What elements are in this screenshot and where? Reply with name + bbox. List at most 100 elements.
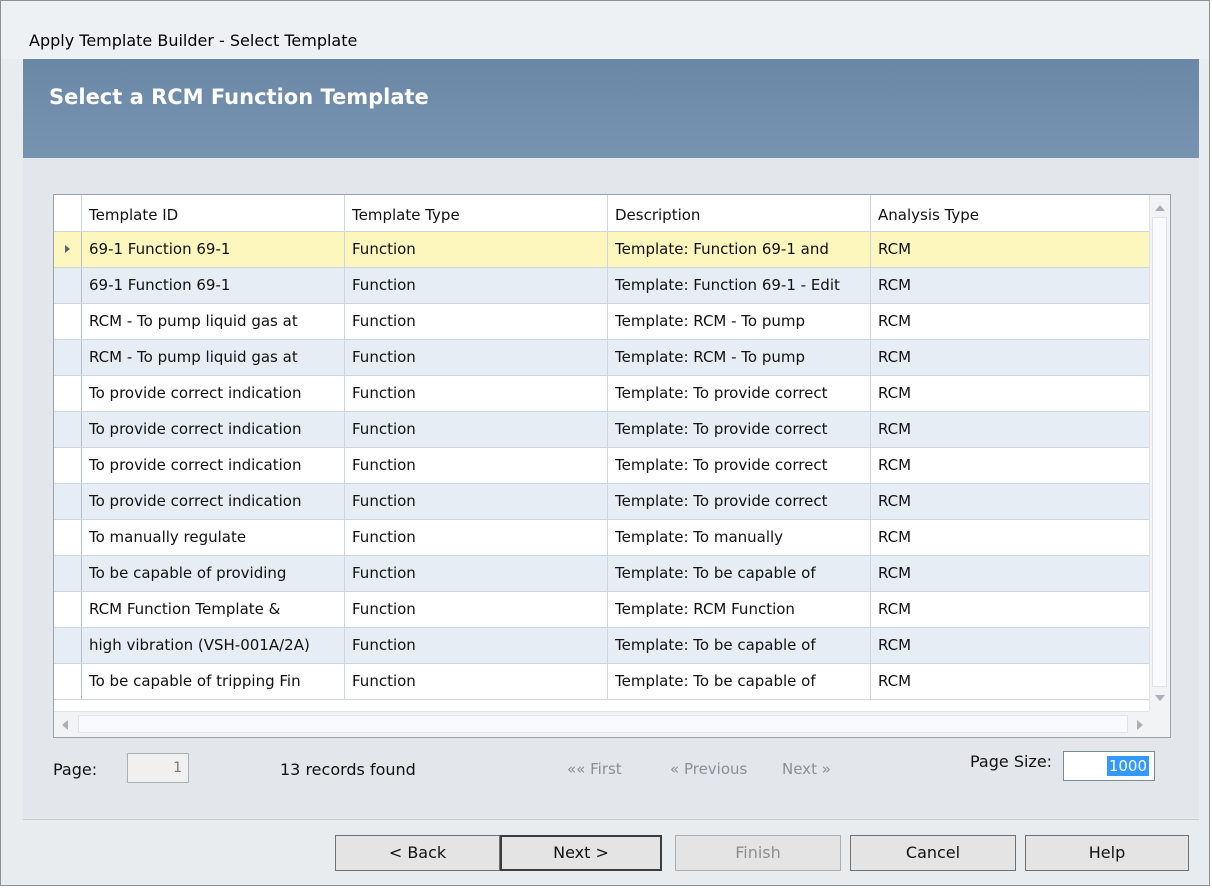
table-row[interactable]: To provide correct indication Function Tem… bbox=[54, 412, 1150, 448]
row-selector[interactable] bbox=[54, 556, 82, 591]
cell-template-id[interactable]: high vibration (VSH-001A/2A) bbox=[82, 628, 345, 663]
scroll-right-icon[interactable] bbox=[1137, 720, 1143, 730]
first-page-link[interactable]: «« First bbox=[567, 760, 622, 778]
cell-template-type[interactable]: Function bbox=[345, 484, 608, 519]
cell-template-id[interactable]: To be capable of providing bbox=[82, 556, 345, 591]
table-row[interactable]: high vibration (VSH-001A/2A) Function Temp… bbox=[54, 628, 1150, 664]
cell-template-type[interactable]: Function bbox=[345, 628, 608, 663]
cell-template-id[interactable]: To provide correct indication bbox=[82, 412, 345, 447]
cell-template-type[interactable]: Function bbox=[345, 520, 608, 555]
previous-page-link[interactable]: « Previous bbox=[670, 760, 747, 778]
grid-header: Template ID Template Type Description An… bbox=[54, 195, 1150, 232]
table-row[interactable]: To provide correct indication Function Tem… bbox=[54, 448, 1150, 484]
cell-description[interactable]: Template: RCM - To pump bbox=[608, 304, 871, 339]
cell-description[interactable]: Template: To provide correct bbox=[608, 376, 871, 411]
row-selector[interactable] bbox=[54, 664, 82, 699]
table-row[interactable]: To be capable of tripping Fin Function Tem… bbox=[54, 664, 1150, 700]
cell-template-id[interactable]: To provide correct indication bbox=[82, 448, 345, 483]
cell-template-type[interactable]: Function bbox=[345, 664, 608, 699]
horizontal-scrollbar[interactable] bbox=[54, 711, 1151, 737]
row-selector[interactable] bbox=[54, 592, 82, 627]
table-row[interactable]: RCM - To pump liquid gas at Function Templ… bbox=[54, 340, 1150, 376]
row-selector[interactable] bbox=[54, 448, 82, 483]
next-page-link[interactable]: Next » bbox=[782, 760, 831, 778]
row-selector[interactable] bbox=[54, 484, 82, 519]
cell-template-id[interactable]: To provide correct indication bbox=[82, 376, 345, 411]
table-row[interactable]: To provide correct indication Function Tem… bbox=[54, 484, 1150, 520]
cell-analysis-type[interactable]: RCM bbox=[871, 412, 1150, 447]
table-row[interactable]: To be capable of providing Function Templa… bbox=[54, 556, 1150, 592]
finish-button[interactable]: Finish bbox=[675, 835, 841, 871]
horizontal-scroll-thumb[interactable] bbox=[78, 715, 1128, 733]
table-row[interactable]: RCM - To pump liquid gas at Function Templ… bbox=[54, 304, 1150, 340]
vertical-scroll-thumb[interactable] bbox=[1152, 217, 1167, 687]
cell-analysis-type[interactable]: RCM bbox=[871, 340, 1150, 375]
cell-template-id[interactable]: RCM - To pump liquid gas at bbox=[82, 304, 345, 339]
back-button[interactable]: < Back bbox=[335, 835, 500, 871]
vertical-scrollbar[interactable] bbox=[1149, 195, 1170, 711]
row-selector[interactable] bbox=[54, 628, 82, 663]
table-row[interactable]: RCM Function Template & Function Template:… bbox=[54, 592, 1150, 628]
cell-description[interactable]: Template: RCM Function bbox=[608, 592, 871, 627]
cell-analysis-type[interactable]: RCM bbox=[871, 268, 1150, 303]
scroll-left-icon[interactable] bbox=[62, 720, 68, 730]
cell-analysis-type[interactable]: RCM bbox=[871, 376, 1150, 411]
column-header-template-type[interactable]: Template Type bbox=[345, 195, 608, 232]
cell-analysis-type[interactable]: RCM bbox=[871, 448, 1150, 483]
column-header-template-id[interactable]: Template ID bbox=[82, 195, 345, 232]
cell-analysis-type[interactable]: RCM bbox=[871, 556, 1150, 591]
cell-description[interactable]: Template: To provide correct bbox=[608, 448, 871, 483]
cell-description[interactable]: Template: To be capable of bbox=[608, 628, 871, 663]
table-row[interactable]: To provide correct indication Function Tem… bbox=[54, 376, 1150, 412]
cell-description[interactable]: Template: To manually bbox=[608, 520, 871, 555]
cell-description[interactable]: Template: To provide correct bbox=[608, 484, 871, 519]
cell-template-id[interactable]: 69-1 Function 69-1 bbox=[82, 268, 345, 303]
next-button[interactable]: Next > bbox=[500, 835, 662, 871]
column-header-description[interactable]: Description bbox=[608, 195, 871, 232]
row-selector[interactable] bbox=[54, 340, 82, 375]
cell-template-type[interactable]: Function bbox=[345, 340, 608, 375]
cell-template-type[interactable]: Function bbox=[345, 304, 608, 339]
cell-template-id[interactable]: RCM Function Template & bbox=[82, 592, 345, 627]
scroll-up-icon[interactable] bbox=[1155, 205, 1165, 211]
cell-template-type[interactable]: Function bbox=[345, 412, 608, 447]
help-button[interactable]: Help bbox=[1025, 835, 1189, 871]
cell-template-id[interactable]: To provide correct indication bbox=[82, 484, 345, 519]
cell-analysis-type[interactable]: RCM bbox=[871, 232, 1150, 267]
cell-template-type[interactable]: Function bbox=[345, 592, 608, 627]
cell-description[interactable]: Template: To provide correct bbox=[608, 412, 871, 447]
cell-template-type[interactable]: Function bbox=[345, 376, 608, 411]
table-row[interactable]: 69-1 Function 69-1 Function Template: Func… bbox=[54, 268, 1150, 304]
cell-template-id[interactable]: To manually regulate bbox=[82, 520, 345, 555]
cell-template-type[interactable]: Function bbox=[345, 556, 608, 591]
cell-analysis-type[interactable]: RCM bbox=[871, 664, 1150, 699]
cell-analysis-type[interactable]: RCM bbox=[871, 304, 1150, 339]
row-selector[interactable] bbox=[54, 520, 82, 555]
column-header-analysis-type[interactable]: Analysis Type bbox=[871, 195, 1150, 232]
cancel-button[interactable]: Cancel bbox=[850, 835, 1016, 871]
cell-description[interactable]: Template: To be capable of bbox=[608, 664, 871, 699]
cell-template-type[interactable]: Function bbox=[345, 232, 608, 267]
cell-template-type[interactable]: Function bbox=[345, 448, 608, 483]
row-selector[interactable] bbox=[54, 304, 82, 339]
cell-analysis-type[interactable]: RCM bbox=[871, 520, 1150, 555]
cell-description[interactable]: Template: RCM - To pump bbox=[608, 340, 871, 375]
row-selector[interactable] bbox=[54, 412, 82, 447]
page-size-input[interactable]: 1000 bbox=[1063, 751, 1155, 781]
table-row[interactable]: To manually regulate Function Template: To… bbox=[54, 520, 1150, 556]
cell-description[interactable]: Template: To be capable of bbox=[608, 556, 871, 591]
row-selector[interactable] bbox=[54, 376, 82, 411]
cell-analysis-type[interactable]: RCM bbox=[871, 592, 1150, 627]
cell-template-id[interactable]: RCM - To pump liquid gas at bbox=[82, 340, 345, 375]
cell-description[interactable]: Template: Function 69-1 and bbox=[608, 232, 871, 267]
cell-template-id[interactable]: 69-1 Function 69-1 bbox=[82, 232, 345, 267]
cell-description[interactable]: Template: Function 69-1 - Edit bbox=[608, 268, 871, 303]
row-selector[interactable] bbox=[54, 232, 82, 267]
row-selector[interactable] bbox=[54, 268, 82, 303]
cell-analysis-type[interactable]: RCM bbox=[871, 484, 1150, 519]
cell-template-id[interactable]: To be capable of tripping Fin bbox=[82, 664, 345, 699]
table-row[interactable]: 69-1 Function 69-1 Function Template: Func… bbox=[54, 232, 1150, 268]
scroll-down-icon[interactable] bbox=[1155, 695, 1165, 701]
cell-template-type[interactable]: Function bbox=[345, 268, 608, 303]
cell-analysis-type[interactable]: RCM bbox=[871, 628, 1150, 663]
